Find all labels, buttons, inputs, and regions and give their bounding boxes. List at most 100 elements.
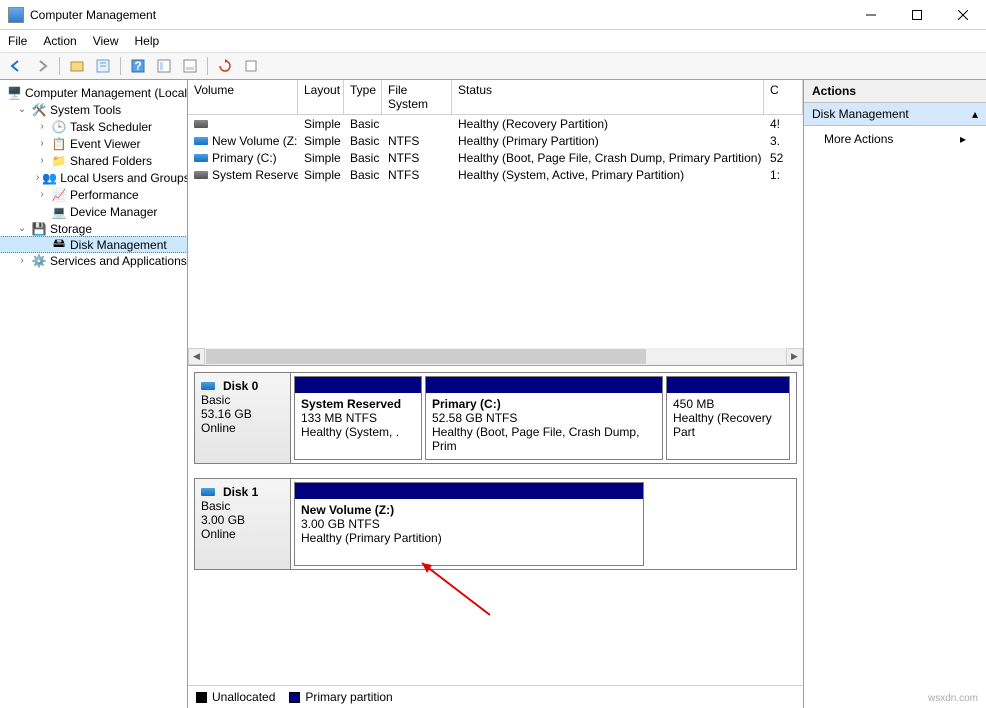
- tree-services[interactable]: ›⚙️Services and Applications: [0, 252, 187, 269]
- volume-icon: [194, 120, 208, 128]
- tree-event-viewer[interactable]: ›📋Event Viewer: [0, 135, 187, 152]
- tree-device-manager[interactable]: ›💻Device Manager: [0, 203, 187, 220]
- menu-file[interactable]: File: [8, 34, 27, 48]
- col-filesystem[interactable]: File System: [382, 80, 452, 114]
- legend-primary: Primary partition: [289, 690, 392, 704]
- partition[interactable]: 450 MBHealthy (Recovery Part: [666, 376, 790, 460]
- tree-disk-management[interactable]: ›🖴Disk Management: [0, 236, 188, 253]
- col-capacity[interactable]: C: [764, 80, 803, 114]
- partition-size: 3.00 GB NTFS: [301, 517, 637, 531]
- horizontal-scrollbar[interactable]: ◀ ▶: [188, 348, 803, 365]
- legend: Unallocated Primary partition: [188, 685, 803, 708]
- partition-size: 450 MB: [673, 397, 783, 411]
- disk-info[interactable]: Disk 1Basic3.00 GBOnline: [195, 479, 291, 569]
- volume-row[interactable]: Primary (C:)SimpleBasicNTFSHealthy (Boot…: [188, 149, 803, 166]
- perf-icon: 📈: [51, 187, 67, 203]
- expand-icon[interactable]: ›: [36, 172, 39, 183]
- toolbar-btn-4[interactable]: [152, 55, 176, 77]
- tree-task-scheduler[interactable]: ›🕒Task Scheduler: [0, 118, 187, 135]
- expand-icon[interactable]: ›: [36, 121, 48, 132]
- tree-storage[interactable]: ⌄💾Storage: [0, 220, 187, 237]
- actions-header: Actions: [804, 80, 986, 103]
- tree-local-users[interactable]: ›👥Local Users and Groups: [0, 169, 187, 186]
- partition[interactable]: New Volume (Z:)3.00 GB NTFSHealthy (Prim…: [294, 482, 644, 566]
- scroll-left-icon[interactable]: ◀: [188, 348, 205, 365]
- partition-health: Healthy (Boot, Page File, Crash Dump, Pr…: [432, 425, 656, 453]
- disk-icon: 🖴: [51, 237, 67, 253]
- col-layout[interactable]: Layout: [298, 80, 344, 114]
- toolbar-btn-5[interactable]: [178, 55, 202, 77]
- maximize-button[interactable]: [894, 0, 940, 30]
- tree-root[interactable]: 🖥️Computer Management (Local: [0, 84, 187, 101]
- partition-title: Primary (C:): [432, 397, 656, 411]
- partition[interactable]: System Reserved133 MB NTFSHealthy (Syste…: [294, 376, 422, 460]
- disk-size: 3.00 GB: [201, 513, 284, 527]
- chevron-right-icon: ▸: [960, 132, 966, 146]
- computer-icon: 🖥️: [7, 85, 22, 101]
- back-button[interactable]: [4, 55, 28, 77]
- disk-row[interactable]: Disk 0Basic53.16 GBOnlineSystem Reserved…: [194, 372, 797, 464]
- toolbar-btn-2[interactable]: [91, 55, 115, 77]
- menu-view[interactable]: View: [93, 34, 119, 48]
- menu-action[interactable]: Action: [43, 34, 76, 48]
- partition[interactable]: Primary (C:)52.58 GB NTFSHealthy (Boot, …: [425, 376, 663, 460]
- partition-bar: [295, 377, 421, 393]
- tree-system-tools[interactable]: ⌄🛠️System Tools: [0, 101, 187, 118]
- partition-bar: [295, 483, 643, 499]
- disk-type: Basic: [201, 499, 284, 513]
- scroll-thumb[interactable]: [206, 349, 646, 364]
- toolbar-btn-7[interactable]: [239, 55, 263, 77]
- refresh-icon[interactable]: [213, 55, 237, 77]
- window-title: Computer Management: [30, 8, 848, 22]
- toolbar-btn-1[interactable]: [65, 55, 89, 77]
- users-icon: 👥: [42, 170, 57, 186]
- collapse-icon[interactable]: ▴: [972, 107, 978, 121]
- collapse-icon[interactable]: ⌄: [16, 223, 28, 234]
- disk-state: Online: [201, 421, 284, 435]
- tree-performance[interactable]: ›📈Performance: [0, 186, 187, 203]
- volume-icon: [194, 137, 208, 145]
- partition-health: Healthy (Recovery Part: [673, 411, 783, 439]
- volume-row[interactable]: New Volume (Z:)SimpleBasicNTFSHealthy (P…: [188, 132, 803, 149]
- volume-row[interactable]: SimpleBasicHealthy (Recovery Partition)4…: [188, 115, 803, 132]
- partition-title: System Reserved: [301, 397, 415, 411]
- disk-info[interactable]: Disk 0Basic53.16 GBOnline: [195, 373, 291, 463]
- col-volume[interactable]: Volume: [188, 80, 298, 114]
- actions-section[interactable]: Disk Management ▴: [804, 103, 986, 126]
- clock-icon: 🕒: [51, 119, 67, 135]
- close-button[interactable]: [940, 0, 986, 30]
- col-status[interactable]: Status: [452, 80, 764, 114]
- tree-shared-folders[interactable]: ›📁Shared Folders: [0, 152, 187, 169]
- expand-icon[interactable]: ›: [36, 189, 48, 200]
- device-icon: 💻: [51, 204, 67, 220]
- partition-health: Healthy (Primary Partition): [301, 531, 637, 545]
- disk-state: Online: [201, 527, 284, 541]
- menu-help[interactable]: Help: [135, 34, 160, 48]
- expand-icon[interactable]: ›: [16, 255, 28, 266]
- partition-title: New Volume (Z:): [301, 503, 637, 517]
- volume-list: Volume Layout Type File System Status C …: [188, 80, 803, 366]
- minimize-button[interactable]: [848, 0, 894, 30]
- disk-icon: [201, 382, 215, 390]
- app-icon: [8, 7, 24, 23]
- expand-icon[interactable]: ›: [36, 155, 48, 166]
- expand-icon[interactable]: ›: [36, 138, 48, 149]
- col-type[interactable]: Type: [344, 80, 382, 114]
- svg-text:?: ?: [134, 59, 141, 73]
- partition-health: Healthy (System, .: [301, 425, 415, 439]
- disk-icon: [201, 488, 215, 496]
- disk-row[interactable]: Disk 1Basic3.00 GBOnlineNew Volume (Z:)3…: [194, 478, 797, 570]
- disk-name: Disk 0: [223, 379, 258, 393]
- tools-icon: 🛠️: [31, 102, 47, 118]
- help-icon[interactable]: ?: [126, 55, 150, 77]
- legend-unallocated: Unallocated: [196, 690, 275, 704]
- scroll-right-icon[interactable]: ▶: [786, 348, 803, 365]
- navigation-tree[interactable]: 🖥️Computer Management (Local ⌄🛠️System T…: [0, 80, 188, 708]
- volume-row[interactable]: System ReservedSimpleBasicNTFSHealthy (S…: [188, 166, 803, 183]
- partition-size: 52.58 GB NTFS: [432, 411, 656, 425]
- collapse-icon[interactable]: ⌄: [16, 104, 28, 115]
- more-actions[interactable]: More Actions ▸: [804, 126, 986, 152]
- disk-name: Disk 1: [223, 485, 258, 499]
- partition-bar: [667, 377, 789, 393]
- forward-button[interactable]: [30, 55, 54, 77]
